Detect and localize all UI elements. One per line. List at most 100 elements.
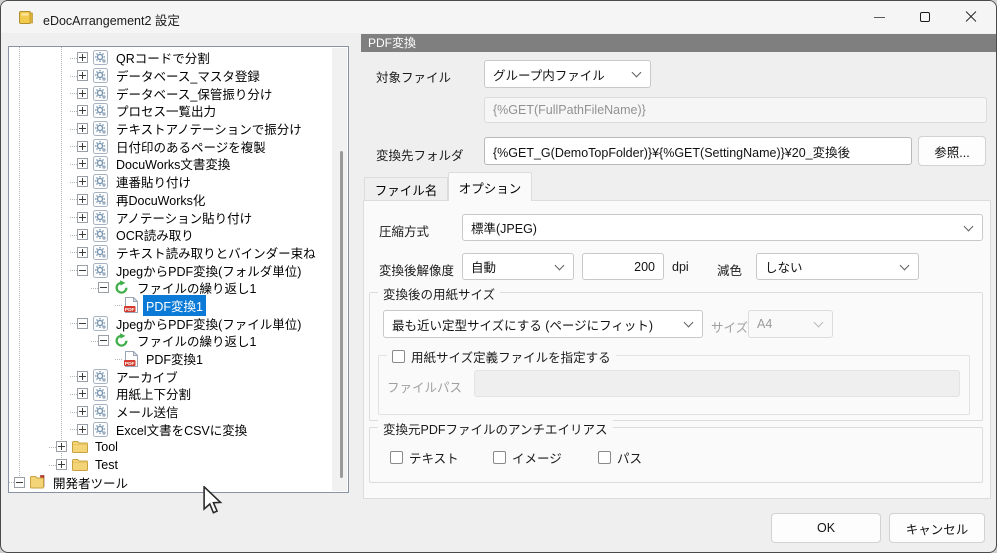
tree-expander-plus-icon[interactable] bbox=[77, 70, 88, 81]
tree-item[interactable]: テキストアノテーションで振分け bbox=[9, 120, 332, 138]
cancel-button[interactable]: キャンセル bbox=[889, 513, 985, 543]
settings-tree: QRコードで分割データベース_マスタ登録データベース_保管振り分けプロセス一覧出… bbox=[8, 46, 349, 493]
antialias-path-option[interactable]: パス bbox=[598, 448, 642, 467]
tree-item[interactable]: Excel文書をCSVに変換 bbox=[9, 420, 332, 438]
dpi-input[interactable]: 200 bbox=[582, 253, 664, 280]
tree-item[interactable]: QRコードで分割 bbox=[9, 49, 332, 67]
resolution-value: 自動 bbox=[471, 257, 496, 276]
tree-expander-plus-icon[interactable] bbox=[77, 388, 88, 399]
tab-filename[interactable]: ファイル名 bbox=[364, 177, 448, 200]
tree-expander-minus-icon[interactable] bbox=[77, 318, 88, 329]
antialias-image-option[interactable]: イメージ bbox=[493, 448, 562, 467]
gear-icon bbox=[92, 244, 109, 260]
close-button[interactable] bbox=[948, 1, 994, 33]
tree-item[interactable]: ファイルの繰り返し1 bbox=[9, 279, 332, 297]
gear-icon bbox=[92, 85, 109, 101]
tree-scrollbar[interactable] bbox=[332, 48, 347, 491]
tree-item[interactable]: JpegからPDF変換(ファイル単位) bbox=[9, 314, 332, 332]
window-title: eDocArrangement2 設定 bbox=[43, 10, 180, 29]
tree-item[interactable]: アーカイブ bbox=[9, 367, 332, 385]
tree-item[interactable]: PDFPDF変換1 bbox=[9, 350, 332, 368]
tree-item[interactable]: 開発者ツール bbox=[9, 474, 332, 492]
tree-expander-plus-icon[interactable] bbox=[77, 52, 88, 63]
tree-item[interactable]: テキスト読み取りとバインダー束ね bbox=[9, 244, 332, 262]
paper-def-checkbox[interactable] bbox=[392, 350, 405, 363]
resolution-select[interactable]: 自動 bbox=[462, 253, 574, 280]
target-file-label: 対象ファイル bbox=[376, 67, 451, 86]
paper-def-checkbox-label: 用紙サイズ定義ファイルを指定する bbox=[411, 347, 611, 366]
antialias-path-label: パス bbox=[617, 448, 642, 467]
antialias-text-checkbox[interactable] bbox=[390, 451, 403, 464]
tree-items: QRコードで分割データベース_マスタ登録データベース_保管振り分けプロセス一覧出… bbox=[9, 49, 332, 491]
dest-folder-label: 変換先フォルダ bbox=[376, 145, 464, 164]
tree-item[interactable]: メール送信 bbox=[9, 403, 332, 421]
dest-folder-input[interactable]: {%GET_G(DemoTopFolder)}¥{%GET(SettingNam… bbox=[484, 137, 912, 165]
tree-expander-plus-icon[interactable] bbox=[77, 212, 88, 223]
tree-item[interactable]: OCR読み取り bbox=[9, 226, 332, 244]
tree-expander-plus-icon[interactable] bbox=[77, 88, 88, 99]
tree-expander-plus-icon[interactable] bbox=[77, 194, 88, 205]
devtools-icon bbox=[29, 474, 46, 490]
antialias-image-checkbox[interactable] bbox=[493, 451, 506, 464]
tree-expander-plus-icon[interactable] bbox=[56, 459, 67, 470]
pdf-icon: PDF bbox=[122, 297, 139, 313]
tree-scrollbar-thumb[interactable] bbox=[340, 151, 343, 478]
compression-label: 圧縮方式 bbox=[379, 221, 429, 240]
tree-expander-plus-icon[interactable] bbox=[56, 441, 67, 452]
tree-expander-minus-icon[interactable] bbox=[14, 477, 25, 488]
tree-item[interactable]: Test bbox=[9, 456, 332, 474]
tree-item[interactable]: データベース_マスタ登録 bbox=[9, 67, 332, 85]
tree-item[interactable]: 再DocuWorks化 bbox=[9, 191, 332, 209]
maximize-icon bbox=[920, 12, 930, 22]
minimize-button[interactable] bbox=[856, 1, 902, 33]
tree-item[interactable]: アノテーション貼り付け bbox=[9, 208, 332, 226]
tree-item[interactable]: Tool bbox=[9, 438, 332, 456]
antialias-group-title: 変換元PDFファイルのアンチエイリアス bbox=[378, 419, 613, 438]
reduce-color-select[interactable]: しない bbox=[756, 253, 919, 280]
tree-item[interactable]: プロセス一覧出力 bbox=[9, 102, 332, 120]
tree-item[interactable]: 連番貼り付け bbox=[9, 173, 332, 191]
loop-icon bbox=[113, 280, 130, 296]
tree-expander-minus-icon[interactable] bbox=[98, 335, 109, 346]
antialias-text-option[interactable]: テキスト bbox=[390, 448, 459, 467]
tree-expander-plus-icon[interactable] bbox=[77, 247, 88, 258]
tree-item[interactable]: JpegからPDF変換(フォルダ単位) bbox=[9, 261, 332, 279]
maximize-button[interactable] bbox=[902, 1, 948, 33]
ok-button[interactable]: OK bbox=[771, 513, 881, 543]
titlebar: eDocArrangement2 設定 bbox=[1, 1, 996, 33]
browse-button[interactable]: 参照... bbox=[918, 136, 986, 166]
compression-select[interactable]: 標準(JPEG) bbox=[462, 214, 983, 241]
gear-icon bbox=[92, 174, 109, 190]
chevron-down-icon bbox=[814, 318, 824, 328]
reduce-color-label: 減色 bbox=[717, 260, 742, 279]
tree-expander-plus-icon[interactable] bbox=[77, 176, 88, 187]
tree-item[interactable]: 用紙上下分割 bbox=[9, 385, 332, 403]
antialias-path-checkbox[interactable] bbox=[598, 451, 611, 464]
tree-expander-plus-icon[interactable] bbox=[77, 123, 88, 134]
paper-fit-value: 最も近い定型サイズにする (ページにフィット) bbox=[392, 315, 653, 334]
gear-icon bbox=[92, 50, 109, 66]
tab-options[interactable]: オプション bbox=[448, 172, 532, 201]
tree-expander-plus-icon[interactable] bbox=[77, 229, 88, 240]
tree-expander-plus-icon[interactable] bbox=[77, 141, 88, 152]
tree-expander-plus-icon[interactable] bbox=[77, 158, 88, 169]
gear-icon bbox=[92, 121, 109, 137]
tree-expander-plus-icon[interactable] bbox=[77, 424, 88, 435]
gear-icon bbox=[92, 404, 109, 420]
tree-expander-minus-icon[interactable] bbox=[98, 282, 109, 293]
tree-expander-plus-icon[interactable] bbox=[77, 371, 88, 382]
tree-item[interactable]: DocuWorks文書変換 bbox=[9, 155, 332, 173]
tree-item[interactable]: PDFPDF変換1 bbox=[9, 297, 332, 315]
tree-item[interactable]: ファイルの繰り返し1 bbox=[9, 332, 332, 350]
antialias-image-label: イメージ bbox=[512, 448, 562, 467]
tree-item[interactable]: データベース_保管振り分け bbox=[9, 84, 332, 102]
tree-expander-plus-icon[interactable] bbox=[77, 406, 88, 417]
pdf-icon: PDF bbox=[122, 351, 139, 367]
tree-expander-minus-icon[interactable] bbox=[77, 265, 88, 276]
tree-item[interactable]: 日付印のあるページを複製 bbox=[9, 137, 332, 155]
gear-icon bbox=[92, 209, 109, 225]
target-file-select[interactable]: グループ内ファイル bbox=[484, 60, 651, 88]
tree-expander-plus-icon[interactable] bbox=[77, 105, 88, 116]
chevron-down-icon bbox=[632, 68, 642, 78]
paper-fit-select[interactable]: 最も近い定型サイズにする (ページにフィット) bbox=[383, 310, 703, 338]
